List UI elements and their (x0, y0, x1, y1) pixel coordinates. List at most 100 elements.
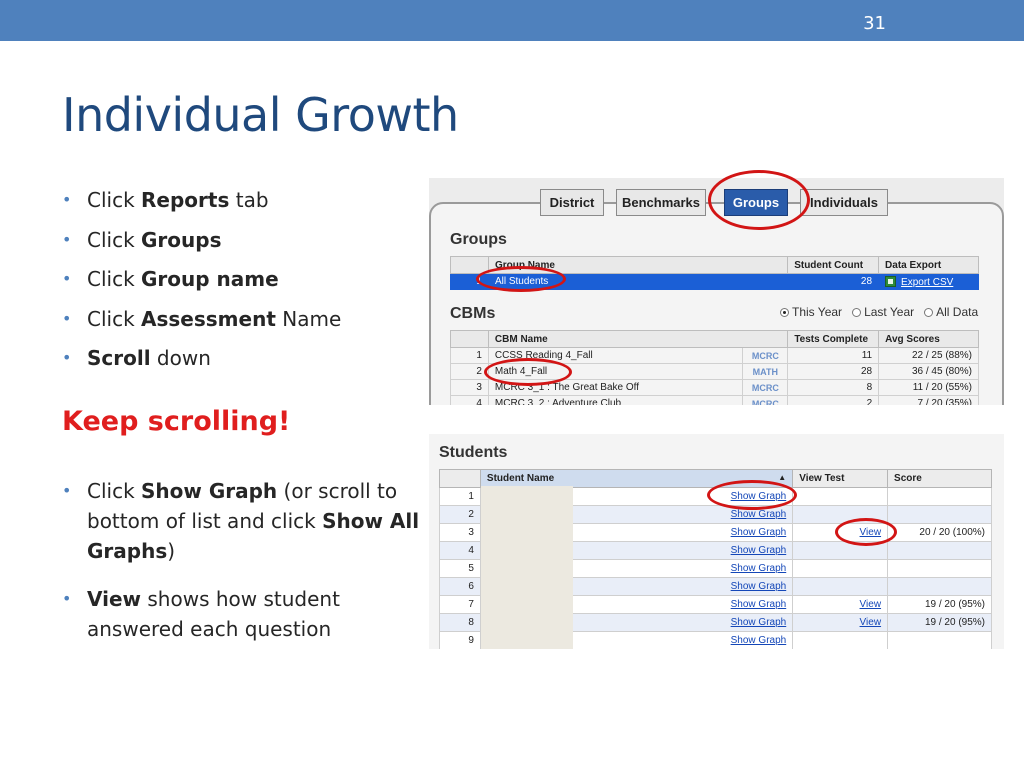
cbm-type-tag: MCRC (742, 395, 789, 405)
row-index: 2 (450, 363, 489, 380)
score-cell (887, 631, 992, 649)
avg-score-cell: 11 / 20 (55%) (878, 379, 979, 396)
column-header: Score (887, 469, 992, 488)
score-cell (887, 559, 992, 578)
cbm-name-cell[interactable]: MCRC 3_2 : Adventure Club (487, 395, 744, 405)
row-index: 4 (439, 541, 481, 560)
show-graph-link[interactable]: Show Graph (731, 545, 787, 556)
column-header: Tests Complete (787, 330, 880, 348)
row-index: 1 (439, 487, 481, 506)
sort-arrow-icon[interactable]: ▲ (778, 473, 786, 482)
row-index: 8 (439, 613, 481, 632)
radio-icon (852, 308, 862, 317)
view-test-cell (792, 631, 889, 649)
view-test-cell (792, 577, 889, 596)
column-header: Data Export (878, 256, 979, 274)
cbm-type-tag: MCRC (742, 347, 789, 364)
avg-score-cell: 36 / 45 (80%) (878, 363, 979, 380)
instruction-list: Click Reports tab Click Groups Click Gro… (62, 185, 422, 383)
highlight-circle-view (835, 518, 897, 546)
column-header: CBM Name (487, 330, 789, 348)
score-cell: 20 / 20 (100%) (887, 523, 992, 542)
show-graph-link[interactable]: Show Graph (731, 599, 787, 610)
students-heading: Students (439, 444, 508, 461)
redacted-names (481, 486, 573, 649)
score-cell (887, 577, 992, 596)
row-index: 4 (450, 395, 489, 405)
highlight-circle-assessment (484, 358, 572, 386)
view-test-cell (792, 559, 889, 578)
row-index: 9 (439, 631, 481, 649)
highlight-circle-show-graph (707, 480, 797, 510)
data-export-cell: Export CSV (878, 273, 979, 290)
view-link[interactable]: View (860, 617, 882, 628)
highlight-circle-groups-tab (708, 170, 810, 230)
show-graph-link[interactable]: Show Graph (731, 509, 787, 520)
instruction-item: Click Group name (62, 264, 422, 294)
slide-number: 31 (863, 13, 886, 34)
tests-complete-cell: 28 (787, 363, 880, 380)
table-header: CBM Name Tests Complete Avg Scores (450, 330, 979, 348)
students-screenshot: Students Student Name ▲ View Test Score 1… (429, 434, 1004, 649)
cbm-type-tag: MCRC (742, 379, 789, 396)
row-index: 6 (439, 577, 481, 596)
show-graph-link[interactable]: Show Graph (731, 527, 787, 538)
view-test-cell (792, 487, 889, 506)
radio-this-year[interactable]: This Year (780, 305, 842, 319)
tab-benchmarks[interactable]: Benchmarks (616, 189, 706, 216)
tests-complete-cell: 2 (787, 395, 880, 405)
date-range-selector: This Year Last Year All Data (780, 305, 978, 319)
tests-complete-cell: 11 (787, 347, 880, 364)
highlight-circle-group-name (476, 266, 566, 292)
row-index: 2 (439, 505, 481, 524)
tab-district[interactable]: District (540, 189, 604, 216)
instruction-item: Click Reports tab (62, 185, 422, 215)
show-graph-link[interactable]: Show Graph (731, 617, 787, 628)
show-graph-link[interactable]: Show Graph (731, 635, 787, 646)
score-cell (887, 487, 992, 506)
score-cell: 19 / 20 (95%) (887, 595, 992, 614)
avg-score-cell: 7 / 20 (35%) (878, 395, 979, 405)
column-header (439, 469, 481, 488)
slide-header-bar: 31 (0, 0, 1024, 41)
groups-heading: Groups (450, 231, 507, 248)
radio-last-year[interactable]: Last Year (852, 305, 914, 319)
row-index: 1 (450, 347, 489, 364)
score-cell (887, 541, 992, 560)
instruction-item: Scroll down (62, 343, 422, 373)
radio-icon (924, 308, 934, 317)
instruction-item: View shows how student answered each que… (62, 584, 422, 644)
instruction-item: Click Assessment Name (62, 304, 422, 334)
view-test-cell: View (792, 613, 889, 632)
radio-all-data[interactable]: All Data (924, 305, 978, 319)
view-link[interactable]: View (860, 599, 882, 610)
keep-scrolling-callout: Keep scrolling! (62, 406, 291, 437)
column-header: View Test (792, 469, 889, 488)
cbm-type-tag: MATH (742, 363, 789, 380)
slide-title: Individual Growth (62, 88, 459, 142)
student-count-cell: 28 (787, 273, 880, 290)
instruction-list-2: Click Show Graph (or scroll to bottom of… (62, 476, 422, 662)
export-csv-link[interactable]: Export CSV (901, 277, 953, 288)
instruction-item: Click Groups (62, 225, 422, 255)
column-header (450, 330, 489, 348)
column-header: Student Count (787, 256, 880, 274)
view-test-cell: View (792, 595, 889, 614)
row-index: 7 (439, 595, 481, 614)
spreadsheet-icon (885, 275, 897, 287)
show-graph-link[interactable]: Show Graph (731, 563, 787, 574)
instruction-item: Click Show Graph (or scroll to bottom of… (62, 476, 422, 566)
table-row[interactable]: 4 MCRC 3_2 : Adventure Club MCRC 2 7 / 2… (450, 395, 979, 405)
tests-complete-cell: 8 (787, 379, 880, 396)
avg-score-cell: 22 / 25 (88%) (878, 347, 979, 364)
show-graph-link[interactable]: Show Graph (731, 581, 787, 592)
score-cell: 19 / 20 (95%) (887, 613, 992, 632)
row-index: 3 (439, 523, 481, 542)
radio-selected-icon (780, 308, 789, 317)
row-index: 5 (439, 559, 481, 578)
column-header: Avg Scores (878, 330, 979, 348)
score-cell (887, 505, 992, 524)
row-index: 3 (450, 379, 489, 396)
tab-individuals[interactable]: Individuals (800, 189, 888, 216)
cbms-heading: CBMs (450, 305, 496, 322)
